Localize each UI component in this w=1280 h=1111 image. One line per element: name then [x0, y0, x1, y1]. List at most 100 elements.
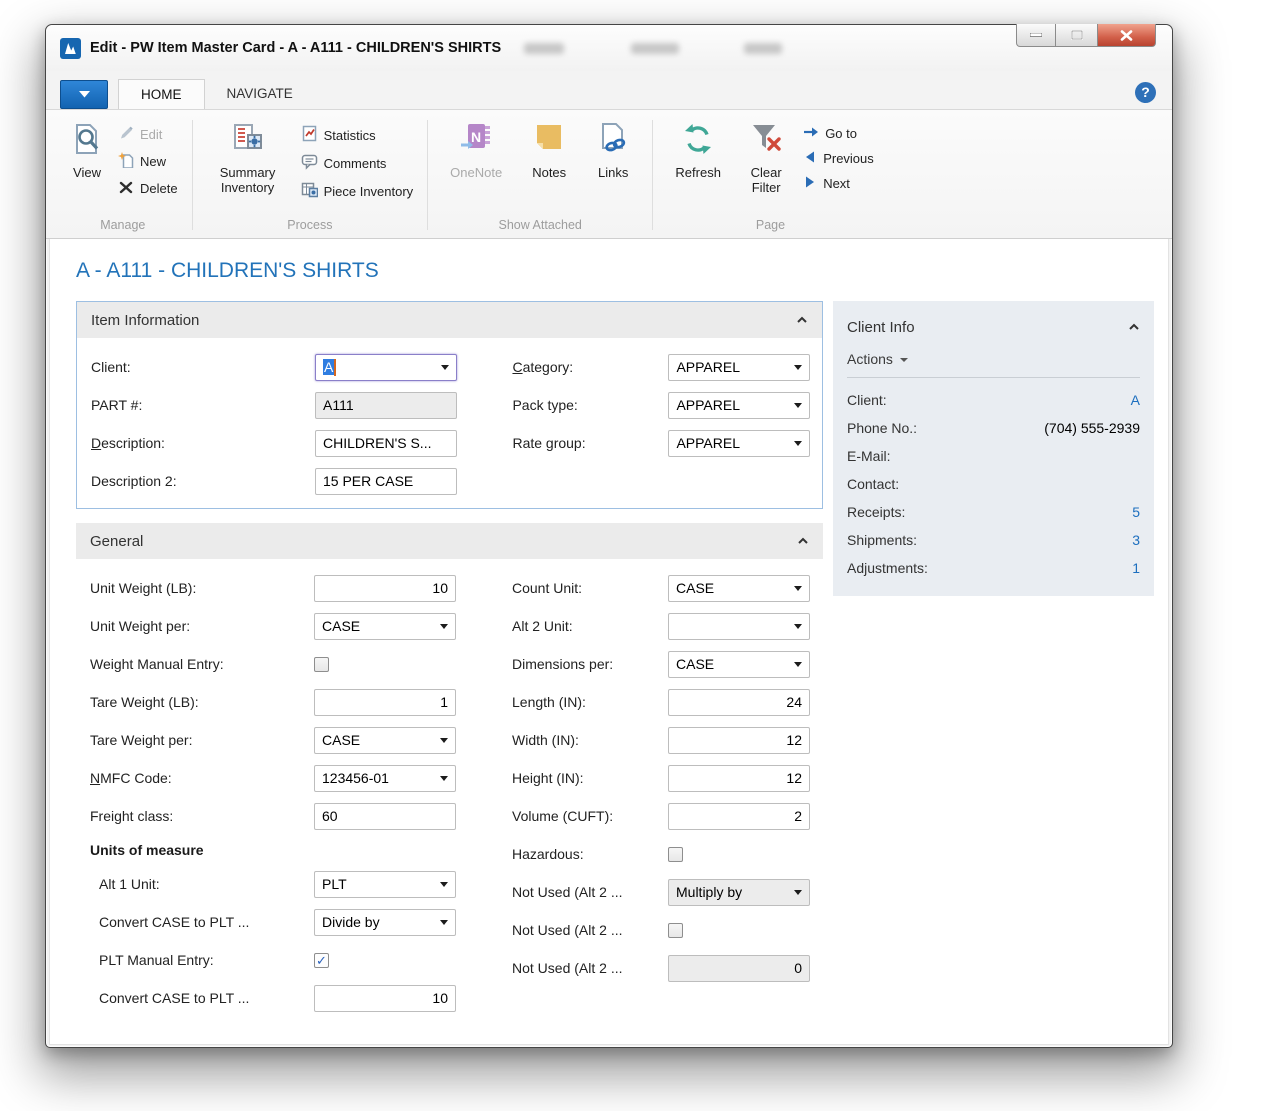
- factbox-title: Client Info: [847, 319, 915, 336]
- nmfc-code-combo[interactable]: 123456-01: [314, 765, 456, 792]
- alt-1-unit-combo[interactable]: PLT: [314, 871, 456, 898]
- unit-weight-per-label: Unit Weight per:: [90, 618, 314, 634]
- close-button[interactable]: [1098, 24, 1156, 47]
- not-used-alt2-check-checkbox[interactable]: [668, 923, 683, 938]
- shipments-value[interactable]: 3: [1132, 532, 1140, 548]
- description-2-text[interactable]: 15 PER CASE: [315, 468, 457, 495]
- receipts-value[interactable]: 5: [1132, 504, 1140, 520]
- contact-label: Contact:: [847, 476, 899, 492]
- phone-no-label: Phone No.:: [847, 420, 917, 436]
- help-icon[interactable]: ?: [1135, 82, 1156, 103]
- receipts-row: Receipts:5: [847, 498, 1140, 526]
- fasttab-header-item-information[interactable]: Item Information: [77, 302, 822, 338]
- summary-inventory-button[interactable]: Summary Inventory: [203, 116, 293, 218]
- unit-weight-label: Unit Weight (LB):: [90, 580, 314, 596]
- new-button[interactable]: New: [114, 151, 182, 172]
- tab-navigate[interactable]: NAVIGATE: [205, 79, 315, 109]
- weight-manual-entry-row: Weight Manual Entry:: [90, 645, 470, 683]
- comments-icon: [301, 153, 318, 173]
- next-icon: [803, 175, 817, 192]
- factbox-client-info: Client Info Actions Client:APhone No.:(7…: [833, 301, 1154, 596]
- rate-group-combo[interactable]: APPAREL: [668, 430, 810, 457]
- group-label-page: Page: [663, 218, 878, 238]
- freight-class-text[interactable]: 60: [314, 803, 456, 830]
- piece-inventory-button[interactable]: Piece Inventory: [297, 180, 418, 202]
- dimensions-per-combo[interactable]: CASE: [668, 651, 810, 678]
- shipments-label: Shipments:: [847, 532, 917, 548]
- category-combo[interactable]: APPAREL: [668, 354, 810, 381]
- unit-weight-text[interactable]: 10: [314, 575, 456, 602]
- alt-2-unit-combo[interactable]: [668, 613, 810, 640]
- tare-weight-per-combo[interactable]: CASE: [314, 727, 456, 754]
- tare-weight-text[interactable]: 1: [314, 689, 456, 716]
- combo-arrow-icon: [441, 365, 449, 370]
- ribbon-tab-row: HOME NAVIGATE ?: [46, 71, 1172, 109]
- fasttab-header-general[interactable]: General: [76, 523, 823, 559]
- client-info-rows: Client:APhone No.:(704) 555-2939E-Mail:C…: [847, 386, 1140, 582]
- statistics-button[interactable]: Statistics: [297, 124, 418, 146]
- convert-case-to-plt-value-text[interactable]: 10: [314, 985, 456, 1012]
- width-row: Width (IN):12: [512, 721, 822, 759]
- ribbon: View Edit New Delete: [46, 109, 1172, 239]
- view-button[interactable]: View: [64, 116, 110, 218]
- rate-group-label: Rate group:: [512, 435, 668, 451]
- blurred-background-text: [631, 43, 679, 54]
- plt-manual-entry-row: PLT Manual Entry:✓: [90, 941, 470, 979]
- collapse-chevron-icon[interactable]: [1128, 323, 1140, 331]
- convert-case-to-plt-method-combo[interactable]: Divide by: [314, 909, 456, 936]
- unit-weight-row: Unit Weight (LB):10: [90, 569, 470, 607]
- client-combo[interactable]: A: [315, 354, 457, 381]
- tare-weight-per-row: Tare Weight per:CASE: [90, 721, 470, 759]
- delete-button[interactable]: Delete: [114, 178, 182, 199]
- refresh-button[interactable]: Refresh: [663, 116, 733, 218]
- application-menu-button[interactable]: [60, 80, 108, 109]
- weight-manual-entry-label: Weight Manual Entry:: [90, 656, 314, 672]
- length-text[interactable]: 24: [668, 689, 810, 716]
- plt-manual-entry-checkbox[interactable]: ✓: [314, 953, 329, 968]
- next-button[interactable]: Next: [799, 174, 878, 193]
- client-value[interactable]: A: [1131, 392, 1140, 408]
- group-label-process: Process: [203, 218, 418, 238]
- e-mail-row: E-Mail:: [847, 442, 1140, 470]
- tab-home[interactable]: HOME: [118, 79, 205, 109]
- not-used-alt2-method-label: Not Used (Alt 2 ...: [512, 884, 668, 900]
- volume-text[interactable]: 2: [668, 803, 810, 830]
- weight-manual-entry-checkbox[interactable]: [314, 657, 329, 672]
- links-button[interactable]: Links: [584, 116, 642, 218]
- client-label: Client:: [847, 392, 887, 408]
- not-used-alt2-method-combo: Multiply by: [668, 879, 810, 906]
- actions-menu[interactable]: Actions: [847, 343, 1140, 375]
- contact-row: Contact:: [847, 470, 1140, 498]
- fasttab-general: General Unit Weight (LB):10Unit Weight p…: [76, 523, 823, 1025]
- onenote-icon: N: [459, 122, 493, 161]
- previous-button[interactable]: Previous: [799, 149, 878, 168]
- minimize-button[interactable]: [1016, 24, 1056, 47]
- height-text[interactable]: 12: [668, 765, 810, 792]
- hazardous-checkbox[interactable]: [668, 847, 683, 862]
- combo-arrow-icon: [440, 920, 448, 925]
- count-unit-combo[interactable]: CASE: [668, 575, 810, 602]
- ribbon-group-process: Summary Inventory Statistics Comments Pi…: [195, 114, 426, 238]
- unit-weight-per-combo[interactable]: CASE: [314, 613, 456, 640]
- notes-icon: [532, 122, 566, 161]
- clear-filter-button[interactable]: Clear Filter: [737, 116, 795, 218]
- pack-type-combo[interactable]: APPAREL: [668, 392, 810, 419]
- width-text[interactable]: 12: [668, 727, 810, 754]
- width-label: Width (IN):: [512, 732, 668, 748]
- adjustments-value[interactable]: 1: [1132, 560, 1140, 576]
- alt-1-unit-label: Alt 1 Unit:: [99, 876, 314, 892]
- piece-inventory-icon: [301, 181, 318, 201]
- description-row: Description:CHILDREN'S S...: [91, 424, 470, 462]
- collapse-chevron-icon[interactable]: [796, 316, 808, 324]
- description-text[interactable]: CHILDREN'S S...: [315, 430, 457, 457]
- comments-button[interactable]: Comments: [297, 152, 418, 174]
- client-row: Client:A: [91, 348, 470, 386]
- go-to-button[interactable]: Go to: [799, 124, 878, 143]
- alt-1-unit-row: Alt 1 Unit:PLT: [90, 865, 470, 903]
- notes-button[interactable]: Notes: [518, 116, 580, 218]
- units-of-measure-heading-row: Units of measure: [90, 835, 470, 865]
- volume-row: Volume (CUFT):2: [512, 797, 822, 835]
- maximize-button[interactable]: [1056, 24, 1098, 47]
- collapse-chevron-icon[interactable]: [797, 537, 809, 545]
- previous-icon: [803, 150, 817, 167]
